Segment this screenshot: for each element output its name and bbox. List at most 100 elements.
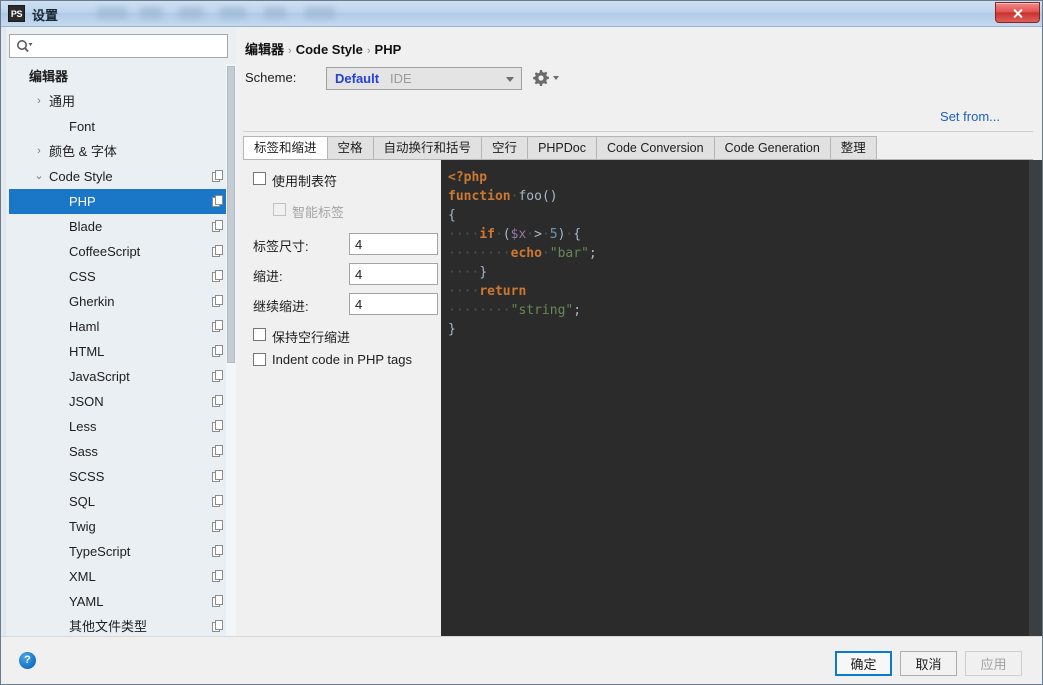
tab-[interactable]: 标签和缩进 <box>243 136 328 160</box>
sidebar-item-javascript[interactable]: JavaScript <box>9 364 236 389</box>
code-preview[interactable]: <?php function·foo() { ····if·($x·>·5)·{… <box>441 160 1042 636</box>
copy-scheme-icon[interactable] <box>212 345 224 357</box>
sidebar-item-less[interactable]: Less <box>9 414 236 439</box>
scheme-select[interactable]: Default IDE <box>326 67 522 90</box>
sidebar-item-label: CSS <box>69 269 96 284</box>
copy-scheme-icon[interactable] <box>212 620 224 632</box>
sidebar-item-label: 编辑器 <box>29 69 69 84</box>
sidebar-item-php[interactable]: PHP <box>9 189 236 214</box>
sidebar-item-label: JavaScript <box>69 369 130 384</box>
sidebar-item-typescript[interactable]: TypeScript <box>9 539 236 564</box>
tab-[interactable]: 自动换行和括号 <box>373 136 483 160</box>
search-box[interactable] <box>9 34 228 58</box>
settings-tree-rows: 编辑器 › 通用 Font › 颜色 & 字体 ⌄ Code Style PHP Blade Cof… <box>9 64 236 636</box>
dialog-content: 编辑器 › 通用 Font › 颜色 & 字体 ⌄ Code Style PHP Blade Cof… <box>1 27 1042 684</box>
copy-scheme-icon[interactable] <box>212 470 224 482</box>
copy-scheme-icon[interactable] <box>212 245 224 257</box>
breadcrumb-part[interactable]: PHP <box>375 42 402 57</box>
tree-twisty-icon[interactable]: ⌄ <box>31 164 47 189</box>
copy-scheme-icon[interactable] <box>212 445 224 457</box>
copy-scheme-icon[interactable] <box>212 220 224 232</box>
sidebar-scrollbar-thumb[interactable] <box>227 66 235 363</box>
copy-scheme-icon[interactable] <box>212 520 224 532</box>
sidebar-item-yaml[interactable]: YAML <box>9 589 236 614</box>
copy-scheme-icon[interactable] <box>212 570 224 582</box>
set-from-link[interactable]: Set from... <box>940 109 1000 124</box>
copy-scheme-icon[interactable] <box>212 270 224 282</box>
breadcrumb-part[interactable]: Code Style <box>296 42 363 57</box>
tabs-and-indents-panel: 使用制表符 智能标签 标签尺寸: 缩进: 继续缩进: <box>243 160 442 636</box>
use-tab-character-label: 使用制表符 <box>272 174 338 189</box>
keep-indents-label: 保持空行缩进 <box>272 330 351 345</box>
tab-[interactable]: 空格 <box>327 136 374 160</box>
tree-twisty-icon[interactable]: › <box>31 89 47 114</box>
sidebar-item-label: TypeScript <box>69 544 131 559</box>
continuation-indent-input[interactable] <box>349 293 438 315</box>
sidebar-item-[interactable]: › 通用 <box>9 89 236 114</box>
indent-php-tags-checkbox[interactable] <box>253 353 266 366</box>
sidebar-item-code-style[interactable]: ⌄ Code Style <box>9 164 236 189</box>
use-tab-character-checkbox[interactable] <box>253 172 266 185</box>
sidebar-item-label: 其他文件类型 <box>69 619 148 634</box>
sidebar-item-[interactable]: 编辑器 <box>9 64 236 89</box>
ok-button[interactable]: 确定 <box>835 651 892 676</box>
tab-size-row: 标签尺寸: <box>253 233 438 255</box>
sidebar-item-font[interactable]: Font <box>9 114 236 139</box>
sidebar-item-xml[interactable]: XML <box>9 564 236 589</box>
sidebar-item-[interactable]: › 颜色 & 字体 <box>9 139 236 164</box>
copy-scheme-icon[interactable] <box>212 595 224 607</box>
help-icon[interactable]: ? <box>19 652 36 669</box>
code-style-tabs: 标签和缩进 空格 自动换行和括号 空行 PHPDoc Code Conversion Cod… <box>243 136 877 160</box>
indent-label: 缩进: <box>253 269 283 284</box>
sidebar-item-coffeescript[interactable]: CoffeeScript <box>9 239 236 264</box>
copy-scheme-icon[interactable] <box>212 545 224 557</box>
breadcrumb-part[interactable]: 编辑器 <box>245 42 284 57</box>
sidebar-item-blade[interactable]: Blade <box>9 214 236 239</box>
sidebar-item-[interactable]: 其他文件类型 <box>9 614 236 636</box>
sidebar-item-json[interactable]: JSON <box>9 389 236 414</box>
tab-size-input[interactable] <box>349 233 438 255</box>
sidebar-item-label: Sass <box>69 444 98 459</box>
tree-twisty-icon[interactable]: › <box>31 139 47 164</box>
settings-tree: 编辑器 › 通用 Font › 颜色 & 字体 ⌄ Code Style PHP Blade Cof… <box>9 64 236 636</box>
copy-scheme-icon[interactable] <box>212 420 224 432</box>
sidebar-item-label: Gherkin <box>69 294 115 309</box>
sidebar-item-html[interactable]: HTML <box>9 339 236 364</box>
chevron-down-icon <box>506 77 514 82</box>
copy-scheme-icon[interactable] <box>212 495 224 507</box>
search-input[interactable] <box>36 37 224 56</box>
sidebar-scrollbar[interactable] <box>226 64 236 636</box>
sidebar-item-sql[interactable]: SQL <box>9 489 236 514</box>
keep-indents-checkbox[interactable] <box>253 328 266 341</box>
settings-sidebar: 编辑器 › 通用 Font › 颜色 & 字体 ⌄ Code Style PHP Blade Cof… <box>1 27 236 636</box>
copy-scheme-icon[interactable] <box>212 370 224 382</box>
tab-[interactable]: 整理 <box>830 136 877 160</box>
sidebar-item-label: Code Style <box>49 169 113 184</box>
sidebar-item-label: 颜色 & 字体 <box>49 144 117 159</box>
breadcrumb-separator: › <box>288 45 292 57</box>
sidebar-item-css[interactable]: CSS <box>9 264 236 289</box>
search-icon <box>17 40 33 53</box>
tab-phpdoc[interactable]: PHPDoc <box>528 136 597 160</box>
sidebar-item-sass[interactable]: Sass <box>9 439 236 464</box>
sidebar-item-scss[interactable]: SCSS <box>9 464 236 489</box>
scheme-scope-label: IDE <box>390 71 412 86</box>
tab-code-generation[interactable]: Code Generation <box>714 136 831 160</box>
indent-input[interactable] <box>349 263 438 285</box>
tab-[interactable]: 空行 <box>482 136 529 160</box>
close-icon[interactable] <box>995 2 1040 23</box>
cancel-button[interactable]: 取消 <box>900 651 957 676</box>
titlebar-blurred-text <box>220 7 246 19</box>
copy-scheme-icon[interactable] <box>212 295 224 307</box>
sidebar-item-twig[interactable]: Twig <box>9 514 236 539</box>
copy-scheme-icon[interactable] <box>212 195 224 207</box>
sidebar-item-gherkin[interactable]: Gherkin <box>9 289 236 314</box>
tab-code-conversion[interactable]: Code Conversion <box>597 136 715 160</box>
copy-scheme-icon[interactable] <box>212 395 224 407</box>
settings-detail-pane: 编辑器 › Code Style › PHP Scheme: Default IDE S… <box>237 27 1042 636</box>
sidebar-item-haml[interactable]: Haml <box>9 314 236 339</box>
code-preview-scrollbar[interactable] <box>1029 160 1042 636</box>
copy-scheme-icon[interactable] <box>212 170 224 182</box>
copy-scheme-icon[interactable] <box>212 320 224 332</box>
scheme-settings-button[interactable] <box>530 67 564 89</box>
